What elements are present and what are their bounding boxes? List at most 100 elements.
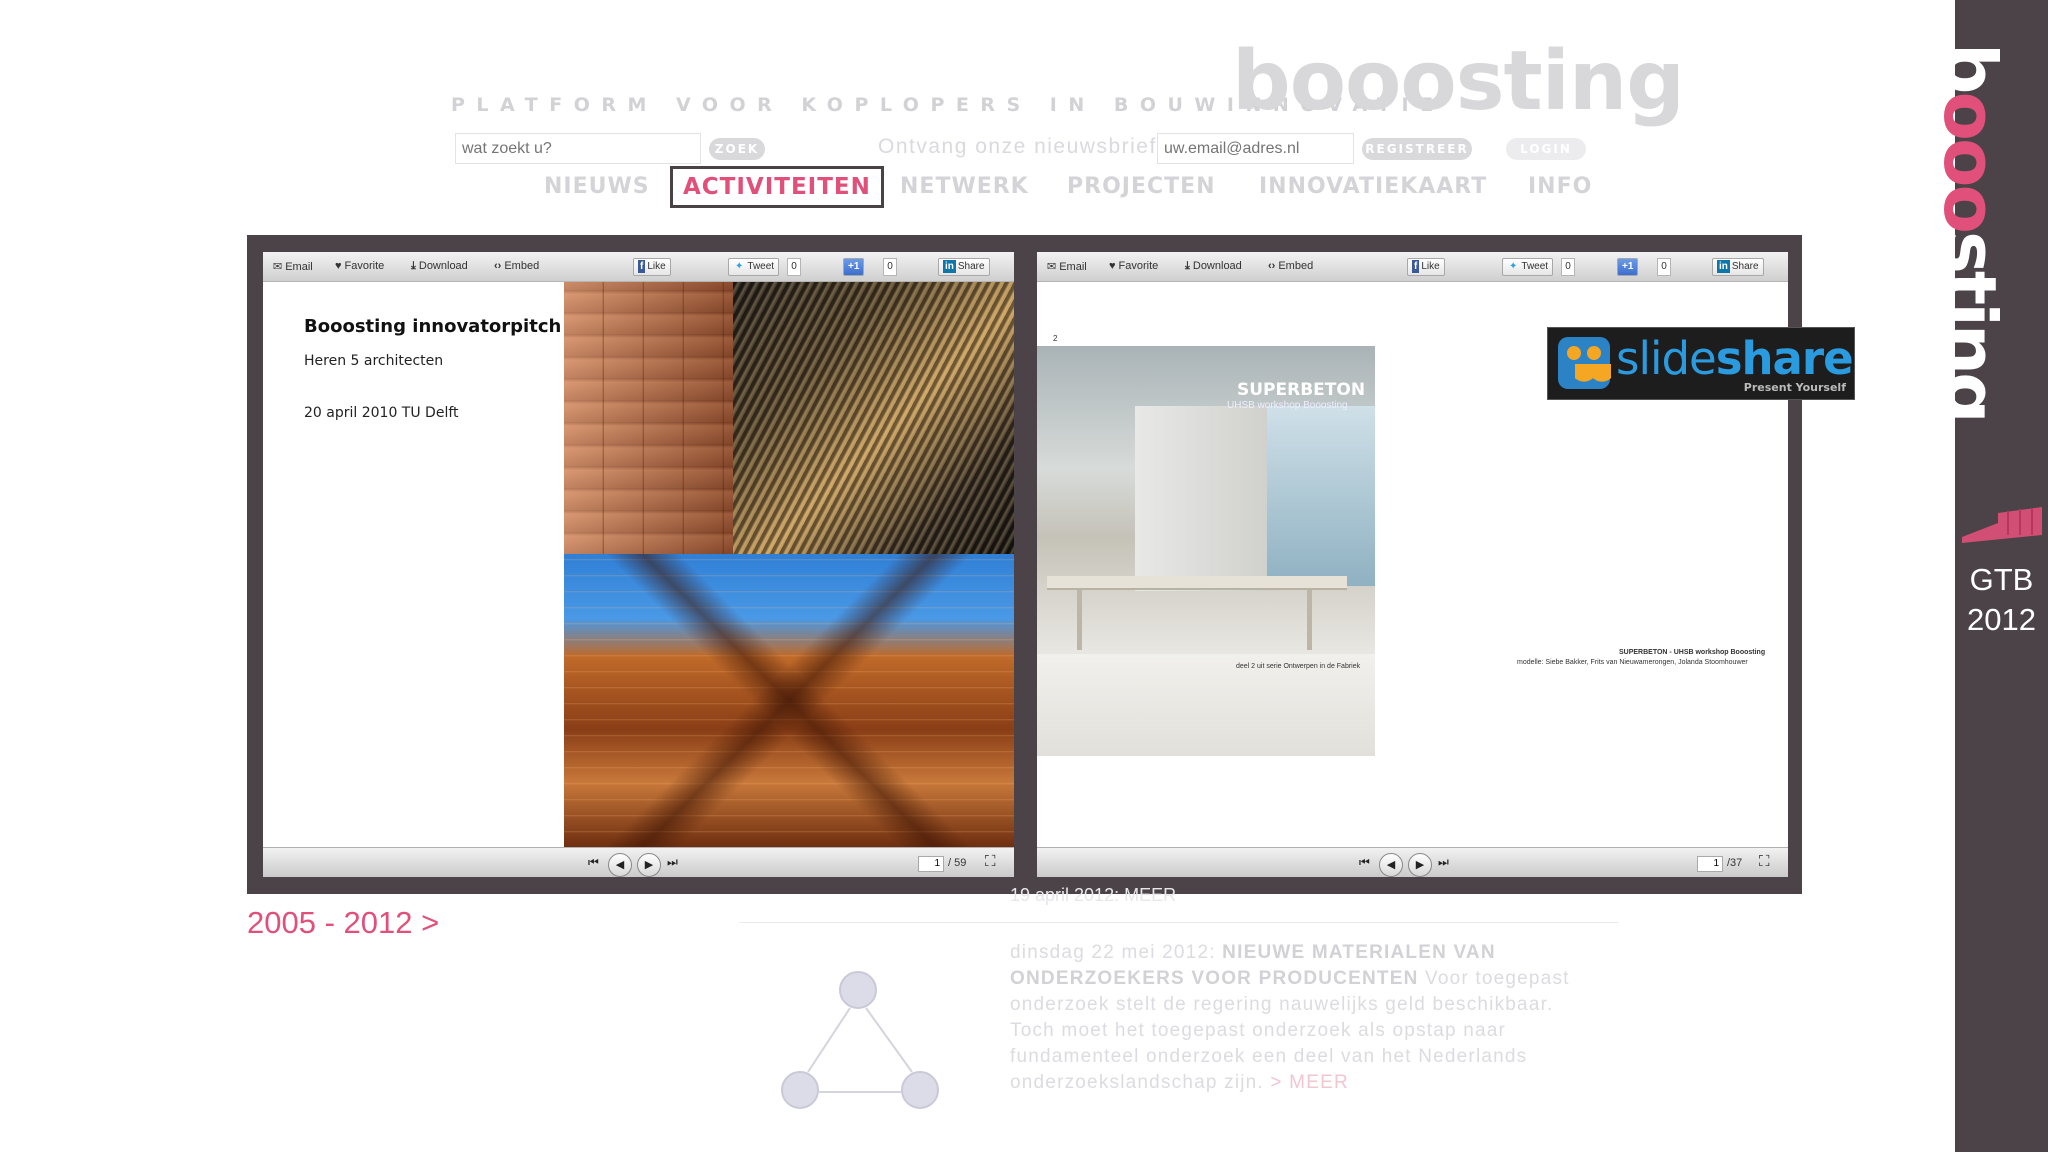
window bbox=[1267, 406, 1375, 586]
caption-right-credits: modelle: Siebe Bakker, Frits van Nieuwam… bbox=[1517, 659, 1748, 666]
gtb-label: GTB 2012 bbox=[1955, 560, 2048, 640]
login-button[interactable]: LOGIN bbox=[1506, 138, 1586, 160]
partition-wall bbox=[1135, 406, 1275, 591]
main-nav: NIEUWS ACTIVITEITEN NETWERK PROJECTEN IN… bbox=[0, 166, 1700, 208]
code-icon: ‹› bbox=[494, 260, 502, 272]
next-slide-button[interactable]: ▶ bbox=[1408, 853, 1432, 877]
favorite-link[interactable]: ♥ Favorite bbox=[335, 260, 384, 272]
email-link[interactable]: ✉ Email bbox=[273, 260, 313, 273]
previous-slide-button[interactable]: ◀ bbox=[1379, 853, 1403, 877]
first-slide-icon[interactable]: ⏮ bbox=[1359, 855, 1370, 870]
code-icon: ‹› bbox=[1268, 260, 1276, 272]
news-more-link[interactable]: > MEER bbox=[1264, 1072, 1349, 1093]
download-link[interactable]: ⤓ Download bbox=[411, 260, 468, 273]
tweet-count: 0 bbox=[1561, 258, 1575, 276]
slideshare-icon bbox=[1558, 337, 1611, 389]
nav-item-nieuws[interactable]: NIEUWS bbox=[544, 174, 650, 199]
caption-right-title: SUPERBETON - UHSB workshop Booosting bbox=[1619, 649, 1766, 656]
slideshare-viewer-left[interactable]: ✉ Email ♥ Favorite ⤓ Download ‹› Embed f Like… bbox=[263, 252, 1014, 877]
newsletter-label: Ontvang onze nieuwsbrief: bbox=[878, 135, 1165, 158]
materials-cycle-graphic bbox=[781, 971, 939, 1109]
viewer-controls: ⏮ ◀ ▶ ⏭ 1 /37 ⛶ bbox=[1037, 847, 1788, 877]
twitter-icon: ✦ bbox=[735, 261, 744, 272]
plus-one-button[interactable]: +1 bbox=[1617, 258, 1639, 276]
news-item: dinsdag 22 mei 2012: NIEUWE MATERIALEN V… bbox=[1010, 940, 1590, 1096]
gtb-year: 2012 bbox=[1967, 602, 2036, 637]
facebook-icon: f bbox=[1412, 260, 1420, 273]
slideshare-logo-badge: slideshare Present Yourself bbox=[1547, 327, 1855, 400]
photo-subtitle: UHSB workshop Booosting bbox=[1227, 400, 1348, 411]
caption-left: deel 2 uit serie Ontwerpen in de Fabriek bbox=[1236, 663, 1361, 670]
page-number-input[interactable]: 1 bbox=[1697, 856, 1723, 872]
facebook-like-button[interactable]: f Like bbox=[633, 258, 671, 276]
last-slide-icon[interactable]: ⏭ bbox=[1438, 855, 1449, 870]
news-divider bbox=[739, 922, 1619, 923]
fullscreen-icon[interactable]: ⛶ bbox=[1759, 853, 1770, 870]
concrete-table bbox=[1047, 576, 1347, 590]
register-button[interactable]: REGISTREER bbox=[1362, 138, 1472, 160]
search-button[interactable]: ZOEK bbox=[709, 138, 765, 160]
last-slide-icon[interactable]: ⏭ bbox=[667, 855, 678, 870]
photo-title: SUPERBETON bbox=[1237, 380, 1366, 400]
table-leg bbox=[1307, 590, 1312, 650]
fullscreen-icon[interactable]: ⛶ bbox=[985, 853, 996, 870]
nav-item-netwerk[interactable]: NETWERK bbox=[900, 174, 1029, 199]
nav-item-info[interactable]: INFO bbox=[1528, 174, 1592, 199]
linkedin-icon: in bbox=[943, 260, 956, 273]
first-slide-icon[interactable]: ⏮ bbox=[588, 855, 599, 870]
page-number-input[interactable]: 1 bbox=[918, 856, 944, 872]
page-total: /37 bbox=[1727, 857, 1743, 869]
plus-one-count: 0 bbox=[883, 258, 897, 276]
heart-icon: ♥ bbox=[1109, 260, 1116, 272]
slideshare-tagline: Present Yourself bbox=[1743, 381, 1846, 394]
embed-link[interactable]: ‹› Embed bbox=[494, 260, 539, 272]
nav-item-activiteiten[interactable]: ACTIVITEITEN bbox=[670, 166, 884, 208]
linkedin-share-button[interactable]: in Share bbox=[938, 258, 990, 276]
download-link[interactable]: ⤓ Download bbox=[1185, 260, 1242, 273]
metal-mesh-facade-photo bbox=[733, 282, 1014, 554]
tweet-button[interactable]: ✦ Tweet bbox=[1502, 258, 1554, 276]
news-date: dinsdag 22 mei 2012: bbox=[1010, 942, 1223, 963]
superbeton-room-photo: SUPERBETON UHSB workshop Booosting bbox=[1037, 346, 1375, 654]
linkedin-share-button[interactable]: in Share bbox=[1712, 258, 1764, 276]
slideshare-wordmark: slideshare bbox=[1616, 332, 1854, 385]
heart-icon: ♥ bbox=[335, 260, 342, 272]
envelope-icon: ✉ bbox=[273, 261, 283, 273]
linkedin-icon: in bbox=[1717, 260, 1730, 273]
download-icon: ⤓ bbox=[411, 260, 416, 272]
slide-number: 2 bbox=[1053, 334, 1058, 343]
envelope-icon: ✉ bbox=[1047, 261, 1057, 273]
download-icon: ⤓ bbox=[1185, 260, 1190, 272]
viewer-toolbar: ✉ Email ♥ Favorite ⤓ Download ‹› Embed f Like… bbox=[1037, 252, 1788, 282]
facebook-like-button[interactable]: f Like bbox=[1407, 258, 1445, 276]
plus-one-button[interactable]: +1 bbox=[843, 258, 865, 276]
previous-news-more[interactable]: 19 april 2012: MEER bbox=[1010, 885, 1176, 906]
site-logo[interactable]: booosting bbox=[1232, 34, 1685, 129]
page-total: / 59 bbox=[948, 857, 967, 869]
table-leg bbox=[1077, 590, 1082, 650]
previous-slide-button[interactable]: ◀ bbox=[608, 853, 632, 877]
slide-date: 20 april 2010 TU Delft bbox=[304, 405, 459, 421]
next-slide-button[interactable]: ▶ bbox=[637, 853, 661, 877]
slide-subtitle: Heren 5 architecten bbox=[304, 353, 444, 369]
nav-item-projecten[interactable]: PROJECTEN bbox=[1067, 174, 1216, 199]
embed-link[interactable]: ‹› Embed bbox=[1268, 260, 1313, 272]
nav-item-innovatiekaart[interactable]: INNOVATIEKAART bbox=[1259, 174, 1487, 199]
facebook-icon: f bbox=[638, 260, 646, 273]
brand-logo-vertical: booosting bbox=[1928, 43, 2012, 421]
tweet-button[interactable]: ✦ Tweet bbox=[728, 258, 780, 276]
email-link[interactable]: ✉ Email bbox=[1047, 260, 1087, 273]
copper-building-photo bbox=[564, 554, 1014, 847]
favorite-link[interactable]: ♥ Favorite bbox=[1109, 260, 1158, 272]
viewer-controls: ⏮ ◀ ▶ ⏭ 1 / 59 ⛶ bbox=[263, 847, 1014, 877]
slide-title: Booosting innovatorpitch bbox=[304, 316, 562, 337]
newsletter-email-input[interactable] bbox=[1157, 133, 1354, 164]
plus-one-count: 0 bbox=[1657, 258, 1671, 276]
gtb-title: GTB bbox=[1969, 562, 2034, 597]
year-range-link[interactable]: 2005 - 2012 > bbox=[247, 905, 439, 941]
brick-facade-photo bbox=[564, 282, 733, 554]
gtb-building-icon bbox=[1962, 507, 2042, 543]
slide-content: Booosting innovatorpitch Heren 5 archite… bbox=[263, 282, 1014, 847]
tweet-count: 0 bbox=[787, 258, 801, 276]
search-input[interactable] bbox=[455, 133, 701, 164]
